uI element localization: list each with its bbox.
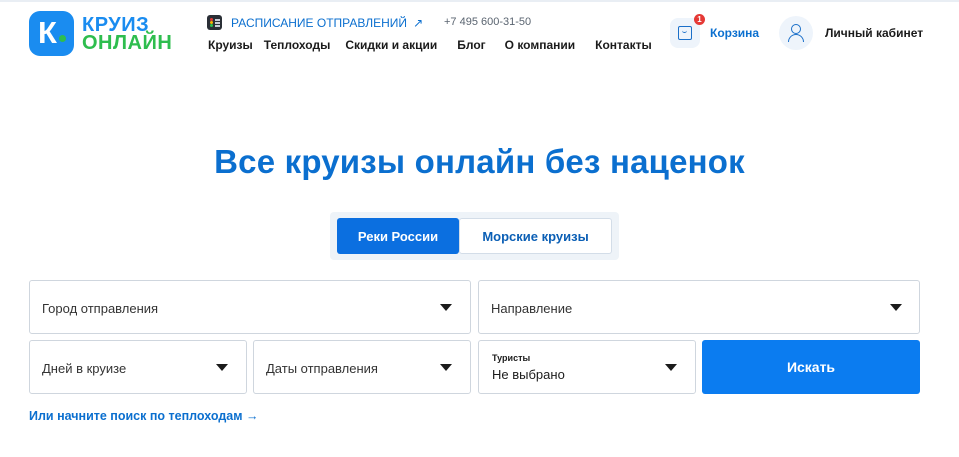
logo[interactable]: К КРУИЗ ОНЛАЙН bbox=[29, 11, 172, 56]
user-icon-body bbox=[788, 34, 804, 42]
chevron-down-icon bbox=[890, 304, 902, 311]
departure-city-label: Город отправления bbox=[42, 301, 159, 316]
days-label: Дней в круизе bbox=[42, 361, 127, 376]
tab-russian-rivers[interactable]: Реки России bbox=[337, 218, 459, 254]
tourists-value: Не выбрано bbox=[492, 367, 565, 382]
logo-badge-icon: К bbox=[29, 11, 74, 56]
dates-label: Даты отправления bbox=[266, 361, 378, 376]
nav-item-about[interactable]: О компании bbox=[505, 38, 576, 52]
search-button[interactable]: Искать bbox=[702, 340, 920, 394]
top-border bbox=[0, 0, 959, 2]
dates-select[interactable]: Даты отправления bbox=[253, 340, 471, 394]
chevron-down-icon bbox=[440, 364, 452, 371]
tourists-select[interactable]: Туристы Не выбрано bbox=[478, 340, 696, 394]
tab-sea-cruises[interactable]: Морские круизы bbox=[459, 218, 612, 254]
chevron-down-icon bbox=[216, 364, 228, 371]
days-select[interactable]: Дней в круизе bbox=[29, 340, 247, 394]
cart-label: Корзина bbox=[710, 26, 760, 40]
account-button[interactable]: Личный кабинет bbox=[779, 16, 923, 50]
direction-label: Направление bbox=[491, 301, 573, 316]
cart-button[interactable]: 1 Корзина bbox=[670, 14, 760, 48]
cruise-type-tabs: Реки России Морские круизы bbox=[330, 212, 619, 260]
logo-line-1: КРУИЗ bbox=[82, 13, 150, 36]
logo-line-2: ОНЛАЙН bbox=[82, 31, 173, 54]
nav-item-contacts[interactable]: Контакты bbox=[595, 38, 652, 52]
nav-item-blog[interactable]: Блог bbox=[457, 38, 485, 52]
schedule-board-icon bbox=[207, 15, 222, 30]
account-label: Личный кабинет bbox=[825, 26, 924, 40]
page-title: Все круизы онлайн без наценок bbox=[214, 143, 745, 180]
departure-city-select[interactable]: Город отправления bbox=[29, 280, 471, 334]
schedule-link-label: РАСПИСАНИЕ ОТПРАВЛЕНИЙ bbox=[231, 15, 408, 30]
user-icon-head bbox=[791, 24, 801, 34]
direction-select[interactable]: Направление bbox=[478, 280, 920, 334]
user-icon bbox=[779, 16, 813, 50]
external-arrow-icon: ↗ bbox=[413, 15, 424, 30]
logo-text: КРУИЗ ОНЛАЙН bbox=[82, 13, 173, 54]
cart-count-badge: 1 bbox=[694, 14, 705, 25]
nav-item-ships[interactable]: Теплоходы bbox=[264, 38, 331, 52]
nav-item-cruises[interactable]: Круизы bbox=[208, 38, 253, 52]
chevron-down-icon bbox=[440, 304, 452, 311]
cart-icon: 1 bbox=[670, 14, 705, 48]
shopping-bag-icon bbox=[678, 26, 692, 40]
tourists-label: Туристы bbox=[492, 353, 531, 363]
main-nav: Круизы Теплоходы Скидки и акции Блог О к… bbox=[208, 38, 652, 52]
nav-item-discounts[interactable]: Скидки и акции bbox=[345, 38, 437, 52]
logo-badge-letter: К bbox=[38, 15, 57, 50]
chevron-down-icon bbox=[665, 364, 677, 371]
logo-dot bbox=[59, 35, 66, 42]
search-by-ships-link[interactable]: Или начните поиск по теплоходам → bbox=[29, 409, 258, 423]
phone-number[interactable]: +7 495 600-31-50 bbox=[444, 16, 531, 28]
schedule-link[interactable]: РАСПИСАНИЕ ОТПРАВЛЕНИЙ ↗ bbox=[207, 15, 423, 30]
